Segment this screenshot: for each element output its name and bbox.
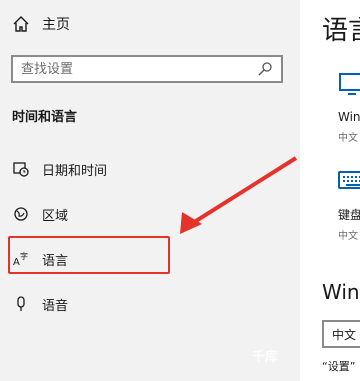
nav-home[interactable]: 主页 <box>12 14 70 34</box>
annotation-arrow <box>180 156 298 234</box>
search-icon[interactable] <box>257 61 273 77</box>
sidebar-item-label: 语音 <box>42 298 69 314</box>
home-icon <box>12 15 30 33</box>
annotation-highlight-box <box>8 236 170 274</box>
section-title: 时间和语言 <box>12 110 78 125</box>
display-icon <box>339 73 360 95</box>
section-heading: Wind <box>322 280 360 304</box>
search-box[interactable] <box>11 55 283 83</box>
search-input[interactable] <box>13 57 257 81</box>
main-content: 语言 Win 中文 键盘 中文 Wind 中文 “设置” <box>300 0 360 381</box>
display-language-dropdown[interactable]: 中文 <box>322 320 360 348</box>
keyboard-value: 中文 <box>338 231 358 242</box>
sidebar-item-region[interactable]: 区域 <box>12 203 68 225</box>
watermark: 千库 <box>252 350 279 365</box>
settings-note: “设置” <box>322 360 356 373</box>
region-icon <box>12 205 30 223</box>
sidebar-item-label: 区域 <box>42 208 69 224</box>
windows-display-language-value: 中文 <box>338 133 358 144</box>
nav-home-label: 主页 <box>42 17 70 33</box>
page-title: 语言 <box>322 16 360 46</box>
sidebar-item-speech[interactable]: 语音 <box>12 293 68 315</box>
date-time-icon <box>12 160 30 178</box>
sidebar-item-label: 日期和时间 <box>42 163 108 179</box>
windows-display-language-label: Win <box>338 110 360 124</box>
keyboard-icon <box>338 171 360 189</box>
keyboard-label[interactable]: 键盘 <box>338 206 360 223</box>
microphone-icon <box>12 295 30 313</box>
sidebar-item-date-time[interactable]: 日期和时间 <box>12 158 107 180</box>
